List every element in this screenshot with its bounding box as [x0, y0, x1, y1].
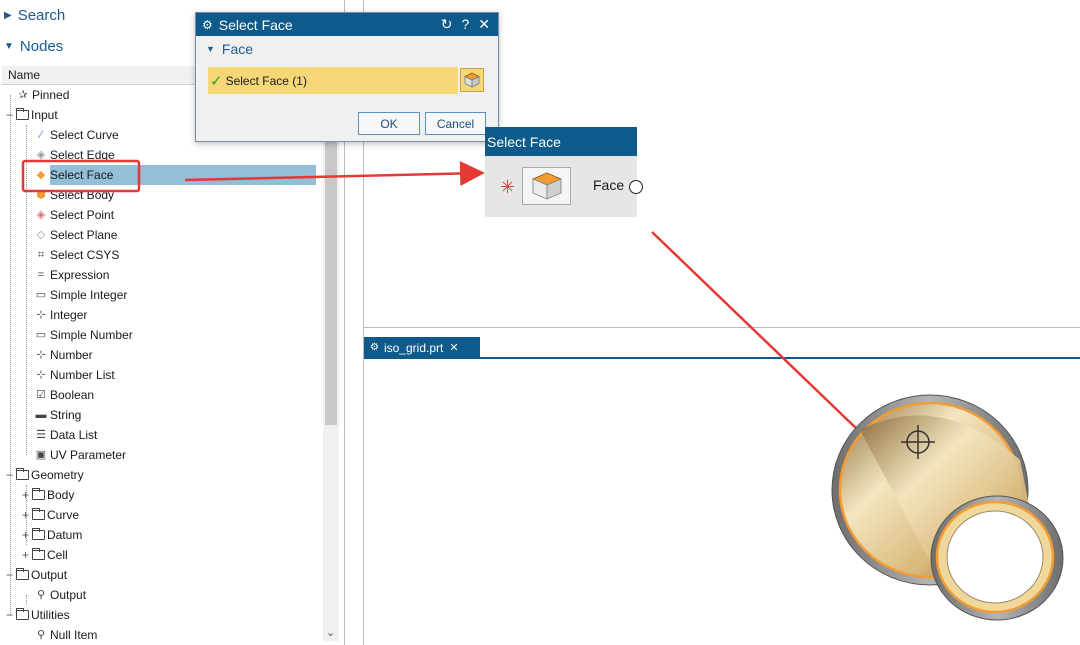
- annotation-arrow: [651, 231, 889, 460]
- app-window: ▶ Search ▼ Nodes Name ✰ Pinned − Input ⁄…: [0, 0, 1080, 645]
- highlight-box: [21, 159, 141, 193]
- annotation-overlay: [21, 159, 1064, 621]
- annotation-arrow: [184, 160, 485, 186]
- part-model[interactable]: [831, 394, 1064, 621]
